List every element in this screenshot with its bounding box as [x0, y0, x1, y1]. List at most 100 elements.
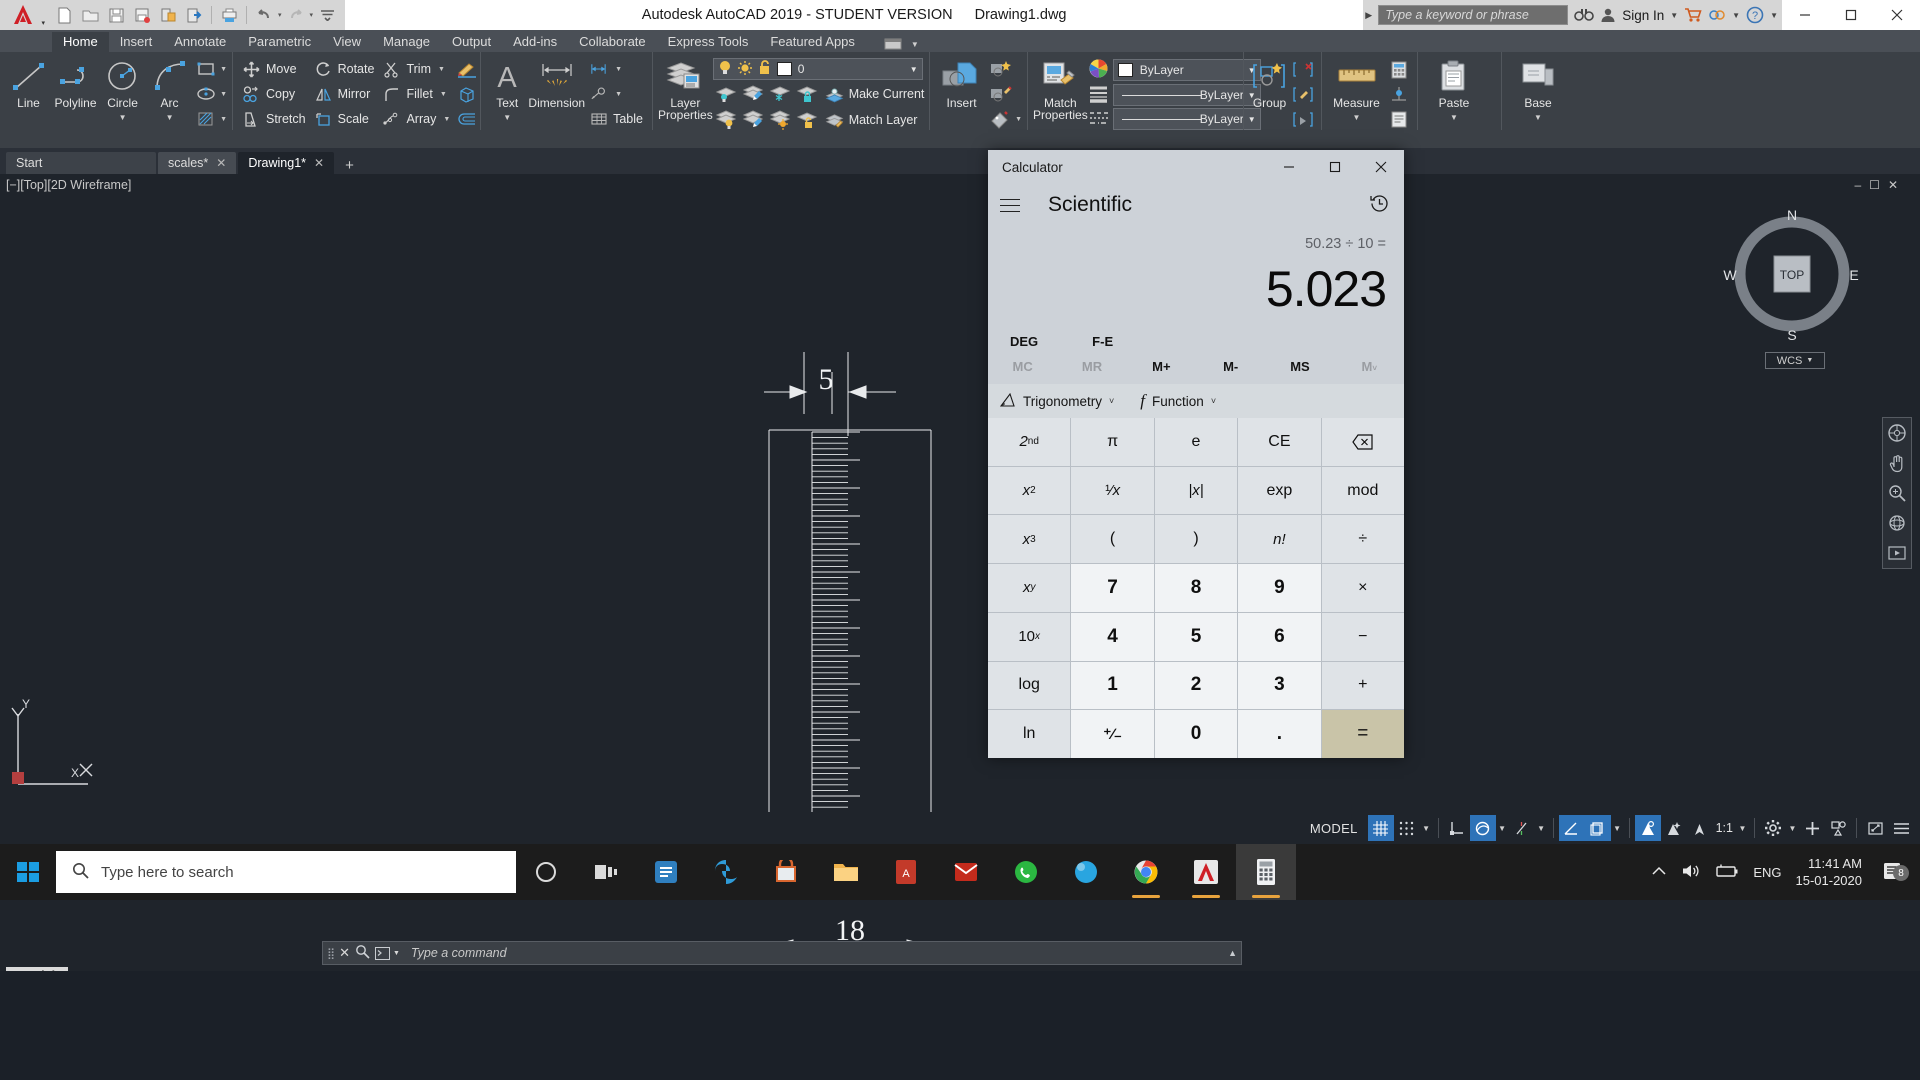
calculator-title-bar[interactable]: Calculator [988, 150, 1404, 184]
layer-color-swatch[interactable] [776, 62, 792, 76]
tool-base-view-dropdown-icon[interactable]: ▼ [1534, 111, 1542, 124]
key-8[interactable]: 8 [1154, 564, 1238, 612]
calculator-maximize-button[interactable] [1312, 150, 1358, 184]
ribbon-tab-annotate[interactable]: Annotate [163, 32, 237, 52]
trigonometry-dropdown-icon[interactable]: ˅ [1109, 396, 1114, 406]
ribbon-tab-manage[interactable]: Manage [372, 32, 441, 52]
tool-scale[interactable]: Scale [310, 107, 379, 131]
autocad-icon[interactable] [1176, 844, 1236, 900]
doc-tab-scales[interactable]: scales* ✕ [158, 152, 237, 174]
fe-toggle[interactable]: F-E [1092, 334, 1113, 349]
function-dropdown-icon[interactable]: ˅ [1211, 396, 1216, 406]
layout-tab-new-button[interactable]: + [209, 969, 233, 972]
key-clear-entry[interactable]: CE [1238, 418, 1321, 466]
wcs-selector[interactable]: WCS ▼ [1765, 352, 1825, 369]
dim-linear-dropdown-icon[interactable]: ▼ [615, 66, 622, 73]
ribbon-tab-insert[interactable]: Insert [109, 32, 164, 52]
key-ln[interactable]: ln [988, 710, 1071, 758]
signin-dropdown-icon[interactable]: ▼ [1670, 11, 1678, 20]
tool-paste-dropdown-icon[interactable]: ▼ [1450, 111, 1458, 124]
history-icon[interactable] [1369, 193, 1390, 217]
chevron-up-icon[interactable] [1651, 865, 1667, 880]
infocenter-expand-icon[interactable]: ▶ [1365, 10, 1372, 21]
pan-icon[interactable] [1885, 451, 1909, 475]
polar-tracking-toggle[interactable] [1558, 815, 1585, 841]
key-open-paren[interactable]: ( [1071, 515, 1154, 564]
whatsapp-icon[interactable] [996, 844, 1056, 900]
tool-fillet-dropdown-icon[interactable]: ▼ [440, 91, 447, 98]
function-menu[interactable]: f Function ˅ [1140, 391, 1216, 411]
annotation-scale-dropdown-icon[interactable]: ▼ [1736, 824, 1749, 833]
key-negate[interactable]: ⁺∕₋ [1071, 710, 1154, 758]
layer-combo-dropdown-icon[interactable]: ▼ [910, 65, 918, 74]
tool-measure[interactable]: Measure ▼ [1327, 55, 1386, 124]
key-3[interactable]: 3 [1238, 661, 1321, 710]
ucs-icon-toggle[interactable] [1444, 815, 1470, 841]
wcs-dropdown-icon[interactable]: ▼ [1806, 357, 1813, 364]
key-1[interactable]: 1 [1071, 661, 1154, 710]
tool-group[interactable]: Group [1249, 55, 1290, 110]
isometric-drafting-toggle[interactable] [1584, 815, 1611, 841]
layer-merge-icon[interactable] [740, 108, 766, 132]
action-center-icon[interactable]: 8 [1876, 861, 1910, 883]
key-factorial[interactable]: n! [1238, 515, 1321, 564]
customize-icon[interactable] [315, 2, 339, 28]
tool-stretch[interactable]: Stretch [238, 107, 310, 131]
explode-3d-icon[interactable] [454, 82, 480, 106]
ribbon-tab-output[interactable]: Output [441, 32, 502, 52]
key-backspace[interactable] [1321, 418, 1404, 466]
tool-fillet[interactable]: Fillet ▼ [378, 82, 454, 106]
layer-unisolate-icon[interactable] [740, 82, 766, 106]
object-color-combo[interactable]: ByLayer ▼ [1112, 59, 1261, 81]
ortho-mode-toggle[interactable] [1509, 815, 1535, 841]
lineweight-combo[interactable]: ByLayer ▼ [1112, 84, 1261, 106]
doc-tab-new-button[interactable]: + [336, 157, 363, 174]
exchange-app-icon[interactable] [1708, 7, 1726, 23]
key-cube[interactable]: x3 [988, 515, 1071, 564]
annotation-scale-value[interactable]: 1:1 [1713, 821, 1736, 835]
tool-mirror[interactable]: Mirror [310, 82, 379, 106]
cart-icon[interactable] [1684, 7, 1702, 23]
speaker-icon[interactable] [1681, 862, 1701, 883]
memory-add-button[interactable]: M+ [1127, 359, 1196, 374]
tool-match-layer[interactable]: Match Layer [821, 108, 922, 132]
list-icon[interactable] [1386, 107, 1412, 131]
layer-off-icon[interactable] [713, 108, 739, 132]
undo-dropdown-icon[interactable]: ▾ [278, 11, 282, 19]
ribbon-tab-collaborate[interactable]: Collaborate [568, 32, 657, 52]
zoom-extents-icon[interactable] [1885, 481, 1909, 505]
key-multiply[interactable]: × [1321, 564, 1404, 612]
ribbon-tab-view[interactable]: View [322, 32, 372, 52]
object-snap-toggle[interactable] [1634, 815, 1661, 841]
key-6[interactable]: 6 [1238, 612, 1321, 661]
tool-insert-block[interactable]: Insert [935, 55, 988, 110]
redo-dropdown-icon[interactable]: ▾ [310, 11, 314, 19]
deg-toggle[interactable]: DEG [1010, 334, 1038, 349]
snap-mode-toggle[interactable] [1394, 815, 1420, 841]
orbit-icon[interactable] [1885, 511, 1909, 535]
autocad-logo-icon[interactable]: ▾ [0, 0, 46, 30]
memory-clear-button[interactable]: MC [988, 359, 1057, 374]
doc-tab-drawing1-close-icon[interactable]: ✕ [314, 156, 324, 170]
tool-make-current[interactable]: Make Current [821, 82, 929, 106]
tool-array-dropdown-icon[interactable]: ▼ [443, 116, 450, 123]
help-icon[interactable]: ? [1746, 6, 1764, 24]
save-icon[interactable] [104, 2, 128, 28]
linetype-icon[interactable] [1088, 109, 1109, 130]
doc-tab-start[interactable]: Start [6, 152, 156, 174]
edge-icon[interactable] [696, 844, 756, 900]
open-folder-icon[interactable] [78, 2, 102, 28]
ribbon-tab-addins[interactable]: Add-ins [502, 32, 568, 52]
block-attribute-icon[interactable] [988, 107, 1014, 131]
command-line-close-icon[interactable]: ✕ [339, 945, 350, 961]
tool-trim-dropdown-icon[interactable]: ▼ [438, 66, 445, 73]
ribbon-tab-featured-apps[interactable]: Featured Apps [759, 32, 866, 52]
skype-icon[interactable] [1056, 844, 1116, 900]
tool-dim-linear[interactable]: ▼ [585, 57, 647, 81]
command-line[interactable]: ⣿ ✕ ▼ Type a command ▲ [322, 941, 1242, 965]
doc-tab-drawing1[interactable]: Drawing1* ✕ [238, 152, 335, 174]
view-cube[interactable]: TOP N S E W [1722, 204, 1862, 344]
infocenter-search-input[interactable]: Type a keyword or phrase [1378, 5, 1569, 25]
dynamic-input-dropdown-icon[interactable]: ▼ [1496, 824, 1509, 833]
tool-base-view[interactable]: Base ▼ [1507, 55, 1569, 124]
